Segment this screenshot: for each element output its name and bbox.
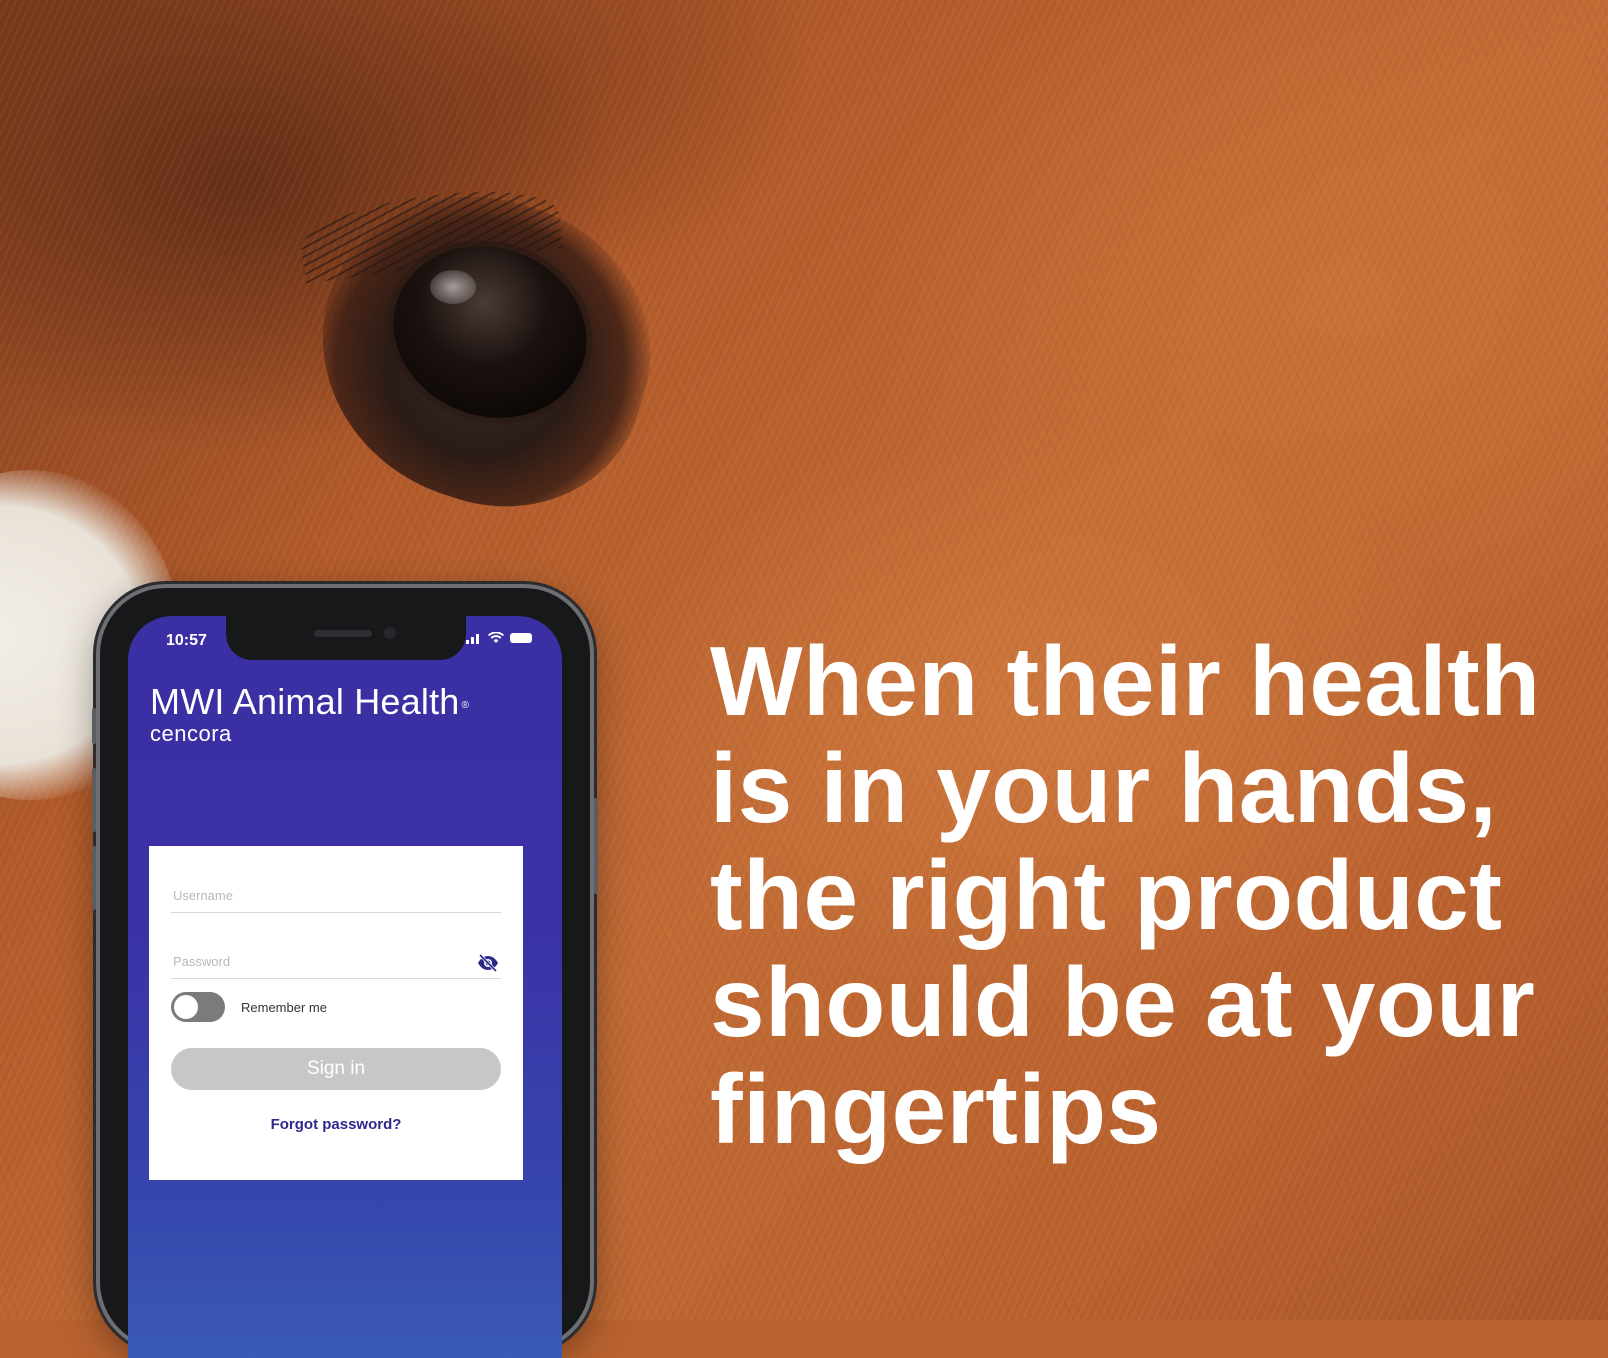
username-field[interactable] (171, 862, 501, 913)
login-card: Remember me Sign in Forgot password? (149, 846, 523, 1180)
brand-subtitle: cencora (150, 721, 232, 746)
remember-me-label: Remember me (241, 1000, 327, 1015)
toggle-knob (174, 995, 198, 1019)
speaker-grille (314, 630, 372, 637)
eye-off-icon[interactable] (477, 954, 499, 972)
front-camera (384, 627, 396, 639)
headline-line: fingertips (710, 1054, 1162, 1164)
remember-me-toggle[interactable] (171, 992, 225, 1022)
phone-notch (226, 616, 466, 660)
status-time: 10:57 (166, 632, 207, 649)
username-input[interactable] (171, 887, 465, 904)
forgot-password-link[interactable]: Forgot password? (149, 1116, 523, 1133)
password-field[interactable] (171, 928, 501, 979)
phone-side-button (92, 708, 96, 744)
headline-line: When their health (710, 626, 1541, 736)
wifi-icon (488, 631, 504, 644)
sign-in-button[interactable]: Sign in (171, 1048, 501, 1090)
password-input[interactable] (171, 953, 465, 970)
headline-line: the right product (710, 840, 1503, 950)
phone-screen: 10:57 MWI Animal Health ® cencora Userna… (128, 616, 562, 1358)
brand-name-text: MWI Animal Health (150, 681, 460, 722)
battery-icon (510, 633, 532, 643)
signal-icon (466, 632, 482, 644)
phone-volume-up (92, 768, 96, 832)
phone-volume-down (92, 846, 96, 910)
eye-highlight (430, 270, 476, 304)
registered-mark: ® (461, 700, 470, 711)
headline-line: should be at your (710, 947, 1536, 1057)
phone-mockup: 10:57 MWI Animal Health ® cencora Userna… (92, 588, 598, 1358)
brand-name: MWI Animal Health ® (150, 682, 469, 722)
app-brand: MWI Animal Health ® cencora (150, 682, 469, 746)
status-icons (466, 631, 532, 644)
phone-power-button (594, 798, 598, 894)
headline: When their health is in your hands, the … (710, 628, 1570, 1163)
headline-line: is in your hands, (710, 733, 1498, 843)
